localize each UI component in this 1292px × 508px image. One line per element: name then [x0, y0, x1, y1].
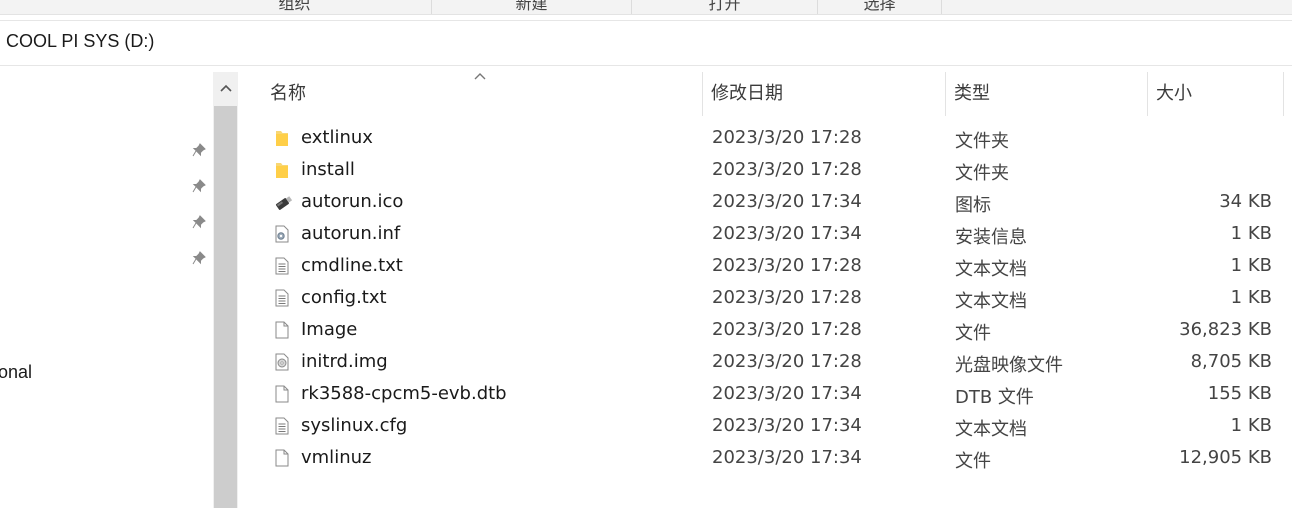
file-size: 8,705 KB [1190, 351, 1272, 372]
file-row[interactable]: autorun.ico 2023/3/20 17:34 图标 34 KB [240, 186, 1292, 218]
file-size: 34 KB [1219, 191, 1272, 212]
file-type: 文件 [955, 323, 991, 344]
usb-drive-icon [272, 192, 293, 212]
ribbon-group-label: 选择 [863, 0, 896, 13]
address-path[interactable]: COOL PI SYS (D:) [6, 31, 154, 52]
ribbon-group-open[interactable]: 打开 [632, 0, 818, 14]
file-name: vmlinuz [301, 447, 372, 468]
column-header-type[interactable]: 类型 [946, 72, 1148, 116]
file-row[interactable]: syslinux.cfg 2023/3/20 17:34 文本文档 1 KB [240, 410, 1292, 442]
file-row[interactable]: cmdline.txt 2023/3/20 17:28 文本文档 1 KB [240, 250, 1292, 282]
scrollbar-thumb[interactable] [214, 106, 237, 508]
ribbon-group-label: 打开 [708, 0, 741, 13]
scroll-up-button[interactable] [213, 72, 238, 104]
text-document-icon [272, 256, 292, 276]
ribbon-group-select[interactable]: 选择 [818, 0, 942, 14]
file-list: 名称 修改日期 类型 大小 extlinux 2023/3/20 17:28 文件夹… [240, 66, 1292, 508]
file-name: syslinux.cfg [301, 415, 408, 436]
ribbon-group-label: 组织 [278, 0, 311, 13]
file-name: cmdline.txt [301, 255, 403, 276]
file-name: autorun.ico [301, 191, 404, 212]
nav-scrollbar[interactable] [213, 72, 238, 508]
ribbon-group-strip: 组织 新建 打开 选择 [0, 0, 1292, 15]
text-document-icon [272, 288, 292, 308]
address-bar[interactable]: COOL PI SYS (D:) [0, 20, 1292, 66]
folder-icon [272, 160, 292, 180]
file-icon [272, 320, 292, 340]
file-type: 图标 [955, 195, 991, 216]
file-name: rk3588-cpcm5-evb.dtb [301, 383, 507, 404]
file-size: 1 KB [1230, 415, 1272, 436]
file-size: 1 KB [1230, 287, 1272, 308]
pin-icon[interactable] [191, 215, 207, 231]
file-modified-date: 2023/3/20 17:28 [712, 287, 862, 308]
file-icon [272, 448, 292, 468]
file-modified-date: 2023/3/20 17:34 [712, 191, 862, 212]
file-type: 文本文档 [955, 259, 1027, 280]
sort-ascending-icon [474, 68, 486, 84]
file-type: 光盘映像文件 [955, 355, 1063, 376]
navigation-pane: onal [0, 66, 212, 508]
file-row[interactable]: rk3588-cpcm5-evb.dtb 2023/3/20 17:34 DTB 文… [240, 378, 1292, 410]
pin-icon[interactable] [191, 251, 207, 267]
file-type: 文本文档 [955, 291, 1027, 312]
file-icon [272, 384, 292, 404]
ribbon-group-new[interactable]: 新建 [432, 0, 632, 14]
column-label: 大小 [1156, 83, 1192, 104]
file-type: DTB 文件 [955, 387, 1034, 408]
file-row[interactable]: install 2023/3/20 17:28 文件夹 [240, 154, 1292, 186]
file-name: config.txt [301, 287, 387, 308]
file-type: 文本文档 [955, 419, 1027, 440]
text-document-icon [272, 416, 292, 436]
column-label: 修改日期 [711, 83, 783, 104]
nav-item-partial[interactable]: onal [0, 362, 32, 383]
folder-icon [272, 128, 292, 148]
file-row[interactable]: extlinux 2023/3/20 17:28 文件夹 [240, 122, 1292, 154]
file-name: install [301, 159, 355, 180]
ribbon-group-label: 新建 [515, 0, 548, 13]
file-modified-date: 2023/3/20 17:28 [712, 127, 862, 148]
file-modified-date: 2023/3/20 17:28 [712, 319, 862, 340]
file-name: initrd.img [301, 351, 388, 372]
file-row[interactable]: vmlinuz 2023/3/20 17:34 文件 12,905 KB [240, 442, 1292, 474]
file-modified-date: 2023/3/20 17:28 [712, 255, 862, 276]
file-type: 文件夹 [955, 131, 1009, 152]
file-modified-date: 2023/3/20 17:34 [712, 223, 862, 244]
file-name: autorun.inf [301, 223, 401, 244]
file-type: 文件夹 [955, 163, 1009, 184]
file-modified-date: 2023/3/20 17:28 [712, 351, 862, 372]
file-modified-date: 2023/3/20 17:34 [712, 415, 862, 436]
pin-icon[interactable] [191, 179, 207, 195]
file-row[interactable]: config.txt 2023/3/20 17:28 文本文档 1 KB [240, 282, 1292, 314]
file-size: 1 KB [1230, 223, 1272, 244]
column-header-row: 名称 修改日期 类型 大小 [240, 72, 1292, 116]
column-label: 名称 [270, 83, 306, 104]
file-modified-date: 2023/3/20 17:28 [712, 159, 862, 180]
file-size: 12,905 KB [1179, 447, 1272, 468]
column-header-size[interactable]: 大小 [1148, 72, 1284, 116]
file-type: 安装信息 [955, 227, 1027, 248]
ribbon-group-organize[interactable]: 组织 [158, 0, 432, 14]
file-size: 1 KB [1230, 255, 1272, 276]
chevron-up-icon [219, 84, 232, 92]
column-header-date[interactable]: 修改日期 [703, 72, 946, 116]
file-size: 36,823 KB [1179, 319, 1272, 340]
column-label: 类型 [954, 83, 990, 104]
setup-info-icon [272, 224, 292, 244]
disc-image-icon [272, 352, 292, 372]
file-modified-date: 2023/3/20 17:34 [712, 383, 862, 404]
file-row[interactable]: autorun.inf 2023/3/20 17:34 安装信息 1 KB [240, 218, 1292, 250]
file-type: 文件 [955, 451, 991, 472]
file-row[interactable]: Image 2023/3/20 17:28 文件 36,823 KB [240, 314, 1292, 346]
file-name: Image [301, 319, 358, 340]
pin-icon[interactable] [191, 143, 207, 159]
file-size: 155 KB [1207, 383, 1272, 404]
file-modified-date: 2023/3/20 17:34 [712, 447, 862, 468]
file-row[interactable]: initrd.img 2023/3/20 17:28 光盘映像文件 8,705 KB [240, 346, 1292, 378]
file-name: extlinux [301, 127, 373, 148]
